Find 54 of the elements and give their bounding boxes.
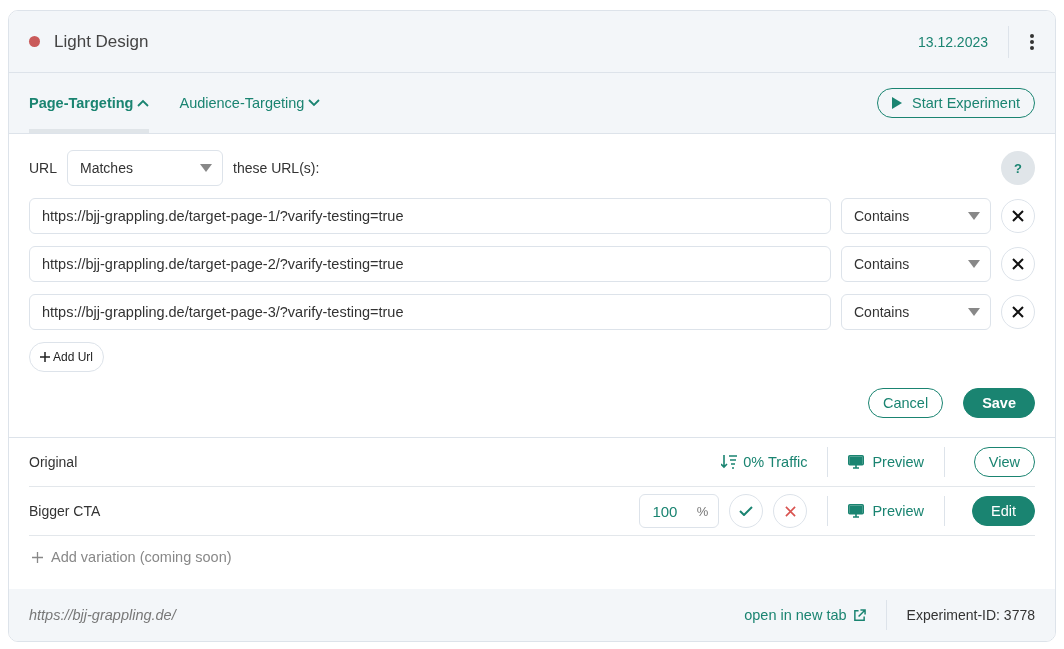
check-icon [739,506,754,516]
preview-link[interactable]: Preview [848,454,924,470]
external-link-icon [852,608,866,622]
plus-icon [32,551,43,563]
close-icon [1012,210,1024,222]
url-match-select[interactable]: Contains [841,294,991,330]
remove-url-button[interactable] [1001,247,1035,281]
experiment-title: Light Design [54,31,150,52]
urls-label: these URL(s): [233,160,320,176]
traffic-label: 0% Traffic [721,454,808,470]
targeting-tab[interactable]: Audience-Targeting [179,73,321,133]
sort-descending-icon [721,455,738,469]
traffic-percent-input[interactable]: 100 % [639,494,720,528]
add-variation-label: Add variation (coming soon) [51,549,232,565]
experiment-id: Experiment-ID: 3778 [905,607,1035,623]
help-button[interactable]: ? [1001,151,1035,185]
more-options-icon[interactable] [1029,32,1035,51]
status-dot [29,36,40,47]
url-input[interactable]: https://bjj-grappling.de/target-page-3/?varify-testing=true [29,294,831,330]
add-url-button[interactable]: Add Url [29,342,104,372]
chevron-up-icon [137,99,150,107]
url-match-select[interactable]: Contains [841,246,991,282]
plus-icon [40,352,50,362]
discard-button[interactable] [773,494,808,528]
dropdown-caret-icon [968,260,980,268]
open-new-tab-link[interactable]: open in new tab [744,600,887,630]
close-icon [1012,306,1024,318]
experiment-url: https://bjj-grappling.de/ [29,607,178,623]
remove-url-button[interactable] [1001,199,1035,233]
dropdown-caret-icon [968,308,980,316]
chevron-down-icon [308,99,321,107]
url-match-select[interactable]: Contains [841,198,991,234]
confirm-button[interactable] [729,494,764,528]
remove-url-button[interactable] [1001,295,1035,329]
monitor-icon [848,455,865,469]
dropdown-caret-icon [200,164,212,172]
percent-unit: % [696,503,709,519]
save-button[interactable]: Save [963,388,1035,418]
play-icon [892,97,902,109]
experiment-date: 13.12.2023 [917,25,1009,58]
variation-name: Bigger CTA [29,503,102,519]
variation-name: Original [29,454,79,470]
close-icon [784,505,796,517]
monitor-icon [848,504,865,518]
match-mode-select[interactable]: Matches [67,150,223,186]
preview-link[interactable]: Preview [848,503,924,519]
dropdown-caret-icon [968,212,980,220]
targeting-tab[interactable]: Page-Targeting [29,73,150,133]
url-label: URL [29,160,57,176]
percent-value: 100 [652,502,678,520]
url-input[interactable]: https://bjj-grappling.de/target-page-2/?varify-testing=true [29,246,831,282]
close-icon [1012,258,1024,270]
url-input[interactable]: https://bjj-grappling.de/target-page-1/?varify-testing=true [29,198,831,234]
edit-button[interactable]: Edit [972,496,1035,526]
